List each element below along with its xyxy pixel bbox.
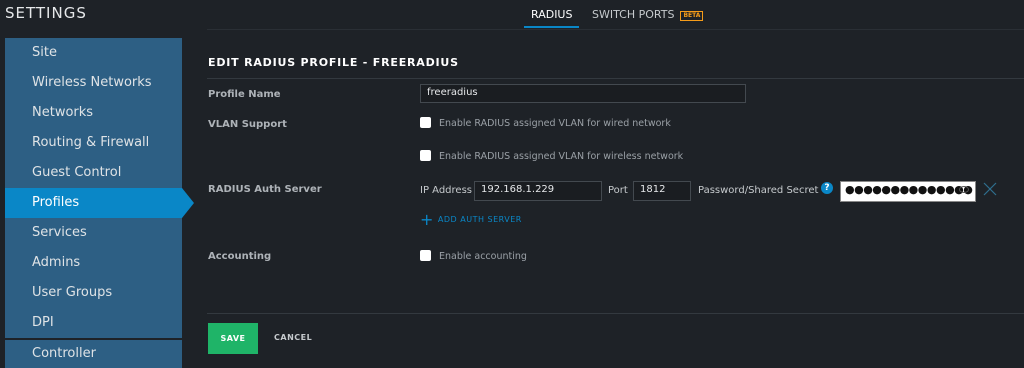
add-auth-server-label: ADD AUTH SERVER — [437, 215, 522, 224]
vlan-wired-text: Enable RADIUS assigned VLAN for wired ne… — [439, 118, 671, 129]
beta-badge: BETA — [680, 11, 704, 21]
accounting-label: Accounting — [208, 251, 272, 262]
sidebar-item-user-groups[interactable]: User Groups — [5, 278, 182, 308]
divider — [207, 78, 1024, 79]
divider — [207, 313, 1024, 314]
vlan-support-label: VLAN Support — [208, 119, 287, 130]
page-title: EDIT RADIUS PROFILE - FREERADIUS — [208, 56, 459, 69]
radius-auth-server-label: RADIUS Auth Server — [208, 184, 322, 195]
vlan-wireless-checkbox[interactable] — [420, 150, 431, 161]
add-auth-server-button[interactable]: + ADD AUTH SERVER — [420, 210, 522, 229]
sidebar-item-dpi[interactable]: DPI — [5, 308, 182, 338]
sidebar-nav: Site Wireless Networks Networks Routing … — [5, 38, 194, 368]
show-password-icon[interactable] — [959, 186, 969, 193]
sidebar-title: SETTINGS — [5, 4, 87, 22]
settings-sidebar: SETTINGS Site Wireless Networks Networks… — [0, 0, 200, 368]
vlan-wired-option[interactable]: Enable RADIUS assigned VLAN for wired ne… — [420, 117, 671, 129]
accounting-option[interactable]: Enable accounting — [420, 250, 527, 262]
sidebar-item-guest-control[interactable]: Guest Control — [5, 158, 182, 188]
sidebar-item-controller[interactable]: Controller — [5, 340, 182, 368]
tab-radius[interactable]: RADIUS — [523, 8, 581, 28]
sidebar-item-routing-firewall[interactable]: Routing & Firewall — [5, 128, 182, 158]
vlan-wireless-text: Enable RADIUS assigned VLAN for wireless… — [439, 151, 684, 162]
vlan-wireless-option[interactable]: Enable RADIUS assigned VLAN for wireless… — [420, 150, 683, 162]
sidebar-item-site[interactable]: Site — [5, 38, 182, 68]
cancel-button[interactable]: CANCEL — [274, 333, 312, 342]
port-label: Port — [608, 185, 628, 196]
accounting-checkbox[interactable] — [420, 250, 431, 261]
save-button[interactable]: SAVE — [208, 323, 258, 354]
tab-radius-label: RADIUS — [531, 8, 573, 21]
sidebar-item-networks[interactable]: Networks — [5, 98, 182, 128]
profile-name-input[interactable]: freeradius — [420, 84, 746, 103]
port-input[interactable]: 1812 — [633, 181, 691, 201]
remove-server-icon[interactable] — [983, 182, 997, 196]
shared-secret-input[interactable]: ●●●●●●●●●●●●●● — [840, 181, 976, 202]
shared-secret-label: Password/Shared Secret — [698, 185, 819, 196]
accounting-text: Enable accounting — [439, 251, 527, 262]
top-tab-bar: RADIUS SWITCH PORTS BETA — [207, 0, 1024, 30]
help-icon[interactable]: ? — [821, 182, 833, 194]
profile-name-label: Profile Name — [208, 89, 281, 100]
sidebar-item-services[interactable]: Services — [5, 218, 182, 248]
plus-icon: + — [420, 210, 434, 229]
ip-address-label: IP Address — [420, 185, 472, 196]
ip-address-input[interactable]: 192.168.1.229 — [474, 181, 602, 201]
sidebar-item-wireless-networks[interactable]: Wireless Networks — [5, 68, 182, 98]
vlan-wired-checkbox[interactable] — [420, 117, 431, 128]
tab-switch-ports-label: SWITCH PORTS — [592, 8, 675, 21]
sidebar-item-profiles[interactable]: Profiles — [5, 188, 194, 218]
tab-switch-ports[interactable]: SWITCH PORTS BETA — [592, 8, 704, 21]
sidebar-item-admins[interactable]: Admins — [5, 248, 182, 278]
